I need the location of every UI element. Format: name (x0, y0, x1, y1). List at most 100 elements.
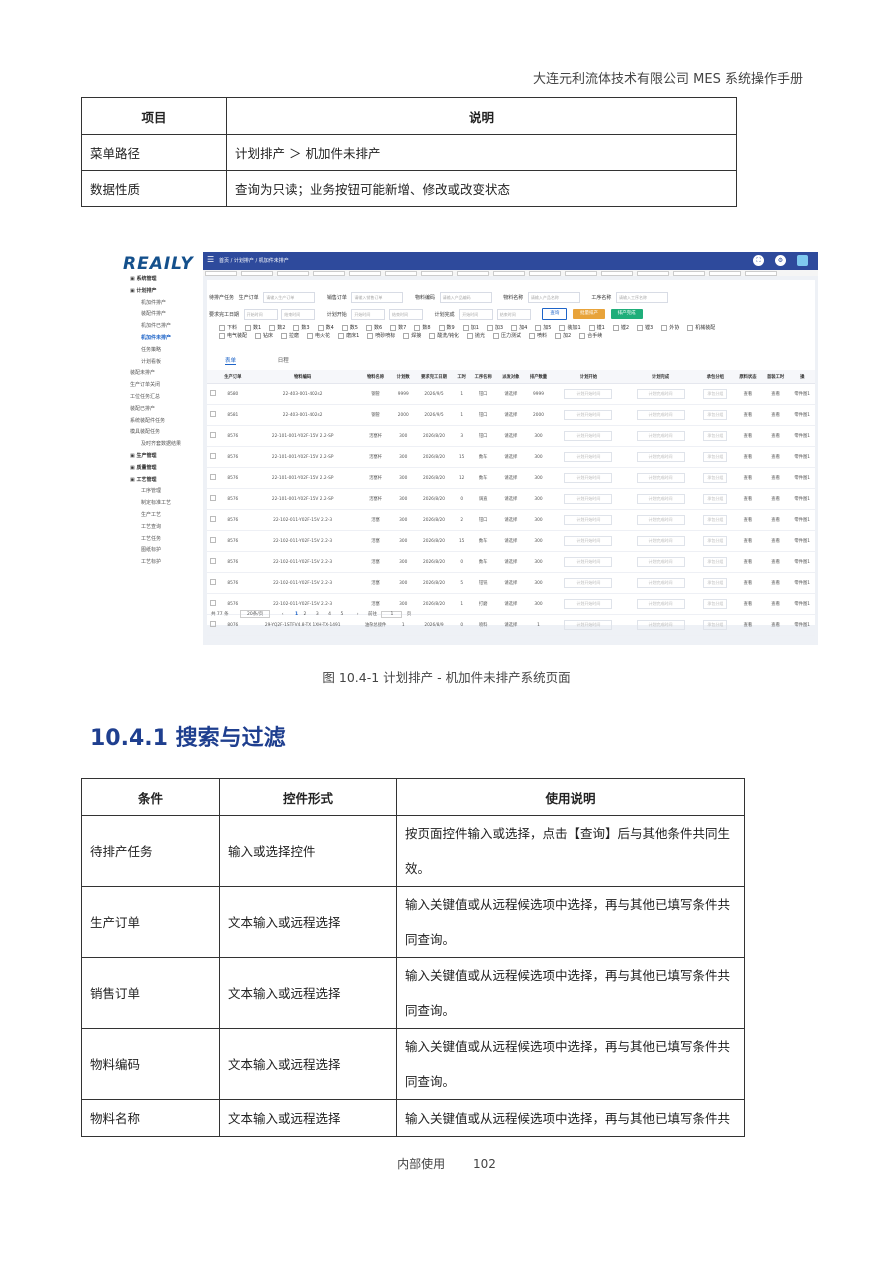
table-cell[interactable]: 查看 (761, 509, 790, 531)
row-checkbox[interactable] (207, 467, 219, 489)
table-cell[interactable]: 请选择 (497, 593, 525, 615)
tab-schedule[interactable]: 日程 (278, 358, 289, 364)
process-checkbox[interactable]: 钻床 (255, 332, 273, 339)
process-checkbox[interactable]: 焊接 (403, 332, 421, 339)
sidebar-item[interactable]: 工艺标护 (121, 557, 203, 569)
table-cell[interactable]: 计划开始时间 (552, 425, 625, 447)
sidebar-item[interactable]: ▣ 系统管理 (121, 274, 203, 286)
table-cell[interactable]: 请选择 (497, 383, 525, 405)
sidebar-item[interactable]: 任务策略 (121, 345, 203, 357)
table-cell[interactable]: 查看 (761, 425, 790, 447)
process-checkbox[interactable]: 加1 (463, 324, 479, 331)
page-number[interactable]: 3 (316, 612, 319, 617)
table-cell[interactable]: 计划完成时间 (624, 572, 697, 594)
sidebar-item[interactable]: 工序管理 (121, 486, 203, 498)
table-cell[interactable]: 计划开始时间 (552, 551, 625, 573)
row-checkbox[interactable] (207, 404, 219, 426)
table-cell[interactable]: 承包分组 (696, 467, 735, 489)
process-checkbox[interactable]: 镗1 (589, 324, 605, 331)
table-cell[interactable]: 零件图1 (789, 614, 815, 636)
process-checkbox[interactable]: 装加1 (559, 324, 580, 331)
table-cell[interactable]: 计划完成时间 (624, 467, 697, 489)
table-cell[interactable]: 请选择 (497, 572, 525, 594)
process-checkbox[interactable]: 拉磨 (281, 332, 299, 339)
sidebar-item[interactable]: ▣ 生产管理 (121, 451, 203, 463)
table-cell[interactable]: 请选择 (497, 509, 525, 531)
row-checkbox[interactable] (207, 509, 219, 531)
process-checkbox[interactable]: 数2 (269, 324, 285, 331)
table-cell[interactable]: 查看 (761, 446, 790, 468)
table-cell[interactable]: 查看 (761, 551, 790, 573)
table-cell[interactable]: 查看 (734, 425, 762, 447)
goto-page-input[interactable]: 1 (381, 611, 403, 618)
process-checkbox[interactable]: 酸洗/钝化 (429, 332, 459, 339)
table-cell[interactable]: 查看 (734, 488, 762, 510)
table-cell[interactable]: 零件图1 (789, 593, 815, 615)
process-checkbox[interactable]: 电气装配 (219, 332, 247, 339)
table-cell[interactable]: 计划开始时间 (552, 467, 625, 489)
process-checkbox[interactable]: 喷砂喷标 (367, 332, 395, 339)
page-number[interactable]: 2 (304, 612, 307, 617)
process-checkbox[interactable]: 加3 (487, 324, 503, 331)
sidebar-item[interactable]: ▣ 工艺管理 (121, 475, 203, 487)
process-checkbox[interactable]: 镗2 (613, 324, 629, 331)
table-cell[interactable]: 承包分组 (696, 404, 735, 426)
table-cell[interactable]: 查看 (761, 530, 790, 552)
row-checkbox[interactable] (207, 551, 219, 573)
table-cell[interactable]: 查看 (734, 614, 762, 636)
table-cell[interactable]: 计划完成时间 (624, 425, 697, 447)
table-cell[interactable]: 零件图1 (789, 530, 815, 552)
process-checkbox[interactable]: 数8 (414, 324, 430, 331)
process-checkbox[interactable]: 合手续 (579, 332, 602, 339)
process-checkbox[interactable]: 数9 (439, 324, 455, 331)
table-cell[interactable]: 计划开始时间 (552, 488, 625, 510)
table-cell[interactable]: 零件图1 (789, 383, 815, 405)
table-cell[interactable]: 查看 (734, 467, 762, 489)
table-cell[interactable]: 承包分组 (696, 446, 735, 468)
table-cell[interactable]: 请选择 (497, 425, 525, 447)
table-cell[interactable]: 计划开始时间 (552, 530, 625, 552)
table-cell[interactable]: 计划完成时间 (624, 404, 697, 426)
process-checkbox[interactable]: 数7 (390, 324, 406, 331)
sidebar-item[interactable]: 装配已排产 (121, 404, 203, 416)
plan-start-to[interactable]: 结束时间 (389, 308, 423, 320)
table-cell[interactable]: 查看 (734, 593, 762, 615)
table-cell[interactable]: 计划完成时间 (624, 446, 697, 468)
table-cell[interactable]: 零件图1 (789, 509, 815, 531)
process-checkbox[interactable]: 数3 (293, 324, 309, 331)
row-checkbox[interactable] (207, 446, 219, 468)
table-cell[interactable]: 零件图1 (789, 551, 815, 573)
process-checkbox[interactable]: 加4 (511, 324, 527, 331)
sidebar-item[interactable]: 计划看板 (121, 357, 203, 369)
row-checkbox[interactable] (207, 572, 219, 594)
menu-toggle-icon[interactable]: ☰ (207, 255, 214, 264)
sidebar-item[interactable]: 机加件排产 (121, 298, 203, 310)
tab-form[interactable]: 表单 (225, 358, 237, 365)
process-checkbox[interactable]: 喷料 (529, 332, 547, 339)
table-cell[interactable]: 计划完成时间 (624, 614, 697, 636)
table-cell[interactable]: 查看 (734, 551, 762, 573)
table-cell[interactable]: 零件图1 (789, 467, 815, 489)
table-cell[interactable]: 请选择 (497, 467, 525, 489)
table-cell[interactable]: 查看 (761, 593, 790, 615)
table-cell[interactable]: 计划开始时间 (552, 509, 625, 531)
table-cell[interactable]: 计划完成时间 (624, 551, 697, 573)
sidebar-item[interactable]: ▣ 质量管理 (121, 463, 203, 475)
table-cell[interactable]: 承包分组 (696, 551, 735, 573)
due-date-end[interactable]: 结束时间 (281, 308, 316, 320)
table-cell[interactable]: 零件图1 (789, 572, 815, 594)
plan-end-to[interactable]: 结束时间 (496, 308, 531, 320)
table-cell[interactable]: 查看 (734, 530, 762, 552)
sidebar-item[interactable]: 工艺任务 (121, 534, 203, 546)
due-date-start[interactable]: 开始时间 (243, 308, 278, 320)
table-cell[interactable]: 查看 (761, 488, 790, 510)
page-number[interactable]: 5 (340, 612, 343, 617)
table-cell[interactable]: 承包分组 (696, 488, 735, 510)
table-cell[interactable]: 计划开始时间 (552, 383, 625, 405)
table-cell[interactable]: 承包分组 (696, 593, 735, 615)
sidebar-item[interactable]: 装配件排产 (121, 309, 203, 321)
table-cell[interactable]: 查看 (734, 404, 762, 426)
table-cell[interactable]: 请选择 (497, 551, 525, 573)
row-checkbox[interactable] (207, 530, 219, 552)
table-cell[interactable]: 计划完成时间 (624, 509, 697, 531)
